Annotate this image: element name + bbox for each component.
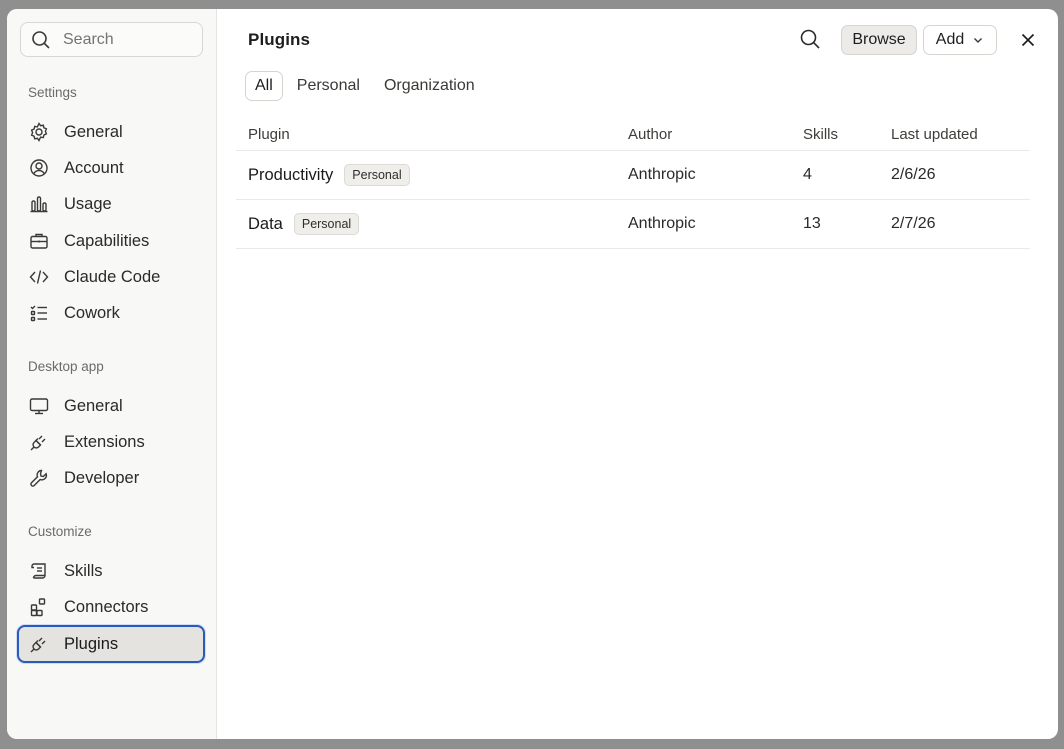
sidebar-item-extensions[interactable]: Extensions (17, 423, 205, 461)
sidebar-item-label: Connectors (64, 597, 149, 616)
search-input[interactable] (63, 30, 183, 49)
plugin-cell: Data Personal (236, 199, 628, 249)
plugin-cell: Productivity Personal (236, 150, 628, 200)
column-header-plugin: Plugin (236, 119, 628, 151)
sidebar-item-label: Plugins (64, 634, 119, 653)
browse-button[interactable]: Browse (841, 25, 917, 55)
sidebar-item-label: Claude Code (64, 267, 161, 286)
sidebar-item-usage[interactable]: Usage (17, 185, 205, 223)
page-title: Plugins (248, 30, 311, 49)
sidebar-item-developer[interactable]: Developer (17, 459, 205, 497)
tab-all[interactable]: All (245, 71, 283, 101)
author-cell: Anthropic (628, 199, 803, 249)
sidebar-item-label: Developer (64, 468, 140, 487)
plugin-name: Data (248, 214, 283, 233)
table-header-row: Plugin Author Skills Last updated (236, 119, 1030, 151)
briefcase-icon (29, 231, 49, 251)
chevron-down-icon (974, 38, 983, 43)
section-label-customize: Customize (28, 524, 92, 539)
sidebar-item-account[interactable]: Account (17, 149, 205, 187)
filter-tabs: All Personal Organization (245, 71, 485, 101)
sidebar-item-label: Usage (64, 194, 112, 213)
sidebar-search[interactable] (20, 22, 203, 57)
sidebar-item-desktop-general[interactable]: General (17, 387, 205, 425)
last-updated-cell: 2/6/26 (891, 150, 1030, 200)
user-circle-icon (29, 158, 49, 178)
add-button-label: Add (935, 31, 965, 48)
search-icon (800, 29, 820, 49)
scope-badge: Personal (293, 212, 360, 235)
last-updated-cell: 2/7/26 (891, 199, 1030, 249)
close-button[interactable] (1017, 29, 1039, 51)
search-button[interactable] (799, 28, 821, 50)
skills-cell: 13 (803, 199, 891, 249)
sidebar-item-label: Capabilities (64, 231, 150, 250)
tab-organization[interactable]: Organization (374, 71, 485, 101)
sidebar-item-plugins[interactable]: Plugins (17, 625, 205, 663)
settings-window: Settings General Account (7, 9, 1058, 739)
column-header-skills: Skills (803, 119, 891, 151)
column-header-author: Author (628, 119, 803, 151)
sidebar-item-skills[interactable]: Skills (17, 552, 205, 590)
plugins-table: Plugin Author Skills Last updated Produc… (236, 119, 1030, 249)
table-row[interactable]: Data Personal Anthropic 13 2/7/26 (236, 199, 1030, 249)
sidebar-item-claude-code[interactable]: Claude Code (17, 258, 205, 296)
author-cell: Anthropic (628, 150, 803, 200)
search-icon (32, 30, 50, 49)
section-label-settings: Settings (28, 85, 77, 100)
scope-badge: Personal (344, 163, 410, 186)
tab-personal[interactable]: Personal (287, 71, 370, 101)
code-icon (29, 267, 49, 287)
grid-plus-icon (29, 597, 49, 617)
sidebar-item-label: Cowork (64, 303, 120, 322)
skills-cell: 4 (803, 150, 891, 200)
bar-chart-icon (29, 194, 49, 214)
sidebar-item-label: General (64, 396, 123, 415)
sidebar: Settings General Account (7, 9, 217, 739)
sidebar-item-label: General (64, 122, 123, 141)
main-panel: Plugins Browse Add All Personal Organiza… (217, 9, 1058, 739)
wrench-icon (29, 468, 49, 488)
plugin-name: Productivity (248, 165, 334, 184)
sidebar-item-general[interactable]: General (17, 113, 205, 151)
sidebar-item-label: Skills (64, 561, 103, 580)
monitor-icon (29, 396, 49, 416)
plug-icon (29, 634, 49, 654)
add-button[interactable]: Add (923, 25, 997, 55)
column-header-last-updated: Last updated (891, 119, 1030, 151)
table-row[interactable]: Productivity Personal Anthropic 4 2/6/26 (236, 150, 1030, 200)
sidebar-item-label: Extensions (64, 432, 145, 451)
sidebar-item-cowork[interactable]: Cowork (17, 294, 205, 332)
close-icon (1021, 33, 1035, 47)
scroll-icon (29, 561, 49, 581)
gear-icon (29, 122, 49, 142)
plug-icon (29, 432, 49, 452)
sidebar-item-connectors[interactable]: Connectors (17, 588, 205, 626)
sidebar-item-label: Account (64, 158, 124, 177)
checklist-icon (29, 303, 49, 323)
section-label-desktop: Desktop app (28, 359, 104, 374)
sidebar-item-capabilities[interactable]: Capabilities (17, 222, 205, 260)
